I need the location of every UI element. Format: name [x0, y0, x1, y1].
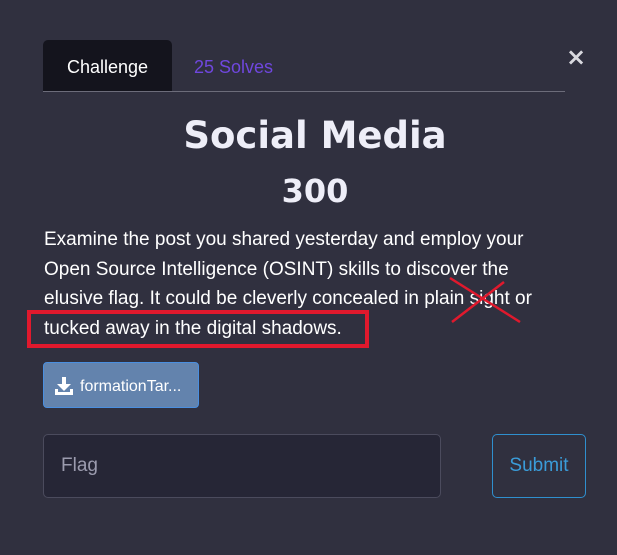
challenge-points: 300 — [281, 172, 349, 210]
download-icon — [55, 377, 73, 395]
description-line: tucked away in the digital shadows. — [44, 317, 342, 339]
tab-bar: Challenge 25 Solves — [43, 40, 565, 92]
file-name-label: formationTar... — [80, 378, 182, 395]
challenge-title: Social Media — [183, 114, 447, 157]
flag-input[interactable] — [43, 434, 441, 498]
description-line: Examine the post you shared yesterday an… — [44, 229, 524, 250]
tab-challenge[interactable]: Challenge — [43, 40, 172, 91]
close-button[interactable]: × — [566, 45, 586, 69]
description-line: elusive flag. It could be cleverly conce… — [44, 288, 532, 309]
challenge-description: Examine the post you shared yesterday an… — [44, 225, 584, 343]
submit-button[interactable]: Submit — [492, 434, 586, 498]
description-line: Open Source Intelligence (OSINT) skills … — [44, 258, 509, 280]
file-download-button[interactable]: formationTar... — [43, 362, 199, 408]
challenge-modal: × Challenge 25 Solves Social Media 300 E… — [0, 0, 617, 555]
tab-solves[interactable]: 25 Solves — [194, 40, 273, 91]
